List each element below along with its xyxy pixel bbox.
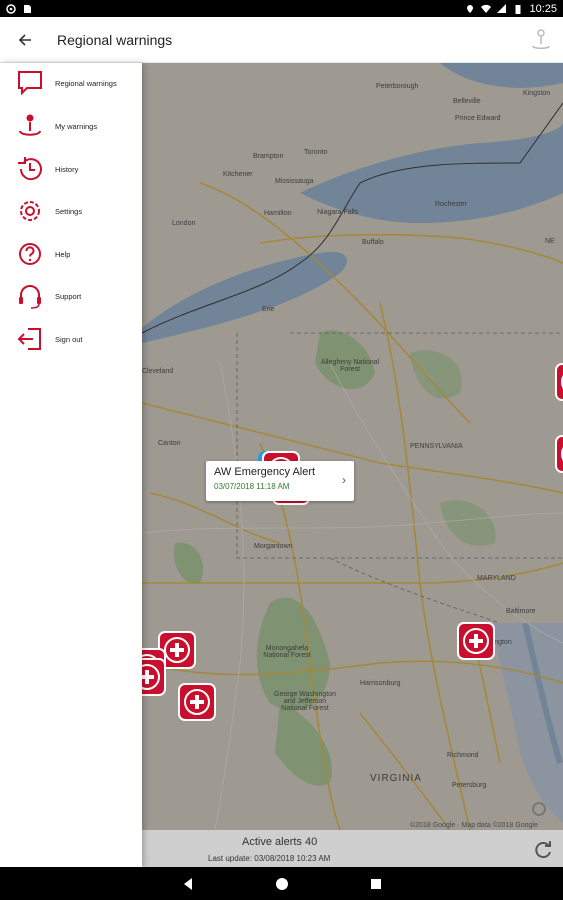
drawer-item-my-warnings[interactable]: My warnings bbox=[0, 106, 142, 146]
map-label-ny: NE bbox=[545, 238, 555, 245]
nav-recents-icon[interactable] bbox=[369, 877, 383, 891]
sd-card-icon bbox=[24, 4, 31, 13]
refresh-icon[interactable] bbox=[533, 839, 553, 859]
info-window-title: AW Emergency Alert bbox=[214, 466, 316, 478]
gear-icon bbox=[20, 201, 40, 221]
map-label-harrisonburg: Harrisonburg bbox=[360, 680, 401, 687]
map-label-london: London bbox=[172, 220, 196, 227]
sign-out-icon bbox=[17, 328, 41, 350]
drawer-item-label: History bbox=[55, 164, 79, 174]
map-label-kitchener: Kitchener bbox=[223, 171, 253, 178]
nav-back-icon[interactable] bbox=[181, 877, 195, 891]
speech-bubble-icon bbox=[18, 71, 42, 96]
drawer-item-regional-warnings[interactable]: Regional warnings bbox=[0, 63, 142, 103]
map-label-virginia: VIRGINIA bbox=[370, 773, 422, 784]
map-label-gw-forest: George Washington and Jefferson National… bbox=[274, 691, 336, 712]
drawer-item-label: My warnings bbox=[55, 121, 98, 131]
map-label-prince-edward: Prince Edward bbox=[455, 115, 501, 122]
navigation-drawer: Regional warnings My warnings History Se… bbox=[0, 63, 142, 867]
compass-icon[interactable] bbox=[532, 802, 546, 816]
map-label-canton: Canton bbox=[158, 440, 181, 447]
app-bar: Regional warnings bbox=[0, 17, 563, 63]
map-label-allegheny: Allegheny National Forest bbox=[320, 359, 380, 373]
alerts-status-strip: Active alerts 40 Last update: 03/08/2018… bbox=[142, 830, 563, 868]
alert-marker[interactable] bbox=[457, 622, 495, 660]
status-time: 10:25 bbox=[529, 2, 557, 15]
alert-info-window[interactable]: AW Emergency Alert 03/07/2018 11:18 AM › bbox=[206, 461, 354, 501]
back-arrow-icon bbox=[18, 33, 31, 46]
chevron-right-icon: › bbox=[342, 473, 346, 487]
map-label-petersburg: Petersburg bbox=[452, 782, 487, 789]
back-button[interactable] bbox=[0, 17, 50, 63]
location-person-icon bbox=[19, 114, 41, 136]
info-window-date: 03/07/2018 11:18 AM bbox=[214, 482, 290, 491]
history-clock-icon bbox=[18, 157, 42, 181]
battery-icon bbox=[515, 4, 521, 14]
page-title: Regional warnings bbox=[57, 31, 173, 48]
alert-marker[interactable] bbox=[178, 683, 216, 721]
map-attribution: ©2018 Google · Map data ©2018 Google bbox=[410, 822, 538, 829]
map-label-kingston: Kingston bbox=[523, 90, 551, 97]
location-icon bbox=[467, 4, 474, 13]
map-label-maryland: MARYLAND bbox=[477, 575, 516, 582]
map-label-mississauga: Mississauga bbox=[275, 178, 314, 185]
active-alerts-count: Active alerts 40 bbox=[242, 836, 318, 848]
drawer-item-label: Support bbox=[55, 291, 82, 301]
wifi-icon bbox=[481, 4, 492, 13]
signal-icon bbox=[497, 3, 507, 13]
map-label-richmond: Richmond bbox=[447, 752, 479, 759]
question-circle-icon bbox=[19, 243, 41, 265]
alert-marker-edge[interactable] bbox=[555, 435, 563, 473]
map-label-peterborough: Peterborough bbox=[376, 83, 419, 90]
system-navigation-bar bbox=[0, 867, 563, 900]
map-label-hamilton: Hamilton bbox=[264, 210, 292, 217]
headset-icon bbox=[19, 285, 41, 309]
my-location-person-icon[interactable] bbox=[529, 28, 553, 52]
map-label-brampton: Brampton bbox=[253, 153, 284, 160]
map-label-rochester: Rochester bbox=[435, 201, 467, 208]
last-update-text: Last update: 03/08/2018 10:23 AM bbox=[208, 854, 331, 863]
map-label-morgantown: Morgantown bbox=[254, 543, 293, 550]
map-label-buffalo: Buffalo bbox=[362, 239, 384, 246]
nav-home-icon[interactable] bbox=[275, 877, 289, 891]
map-label-cleveland: Cleveland bbox=[142, 368, 174, 375]
map-label-belleville: Belleville bbox=[453, 98, 481, 105]
drawer-item-support[interactable]: Support bbox=[0, 276, 142, 316]
drawer-item-label: Settings bbox=[55, 206, 83, 216]
drawer-item-history[interactable]: History bbox=[0, 149, 142, 189]
map-label-pennsylvania: PENNSYLVANIA bbox=[410, 443, 463, 450]
alert-marker-edge[interactable] bbox=[555, 363, 563, 401]
drawer-item-label: Sign out bbox=[55, 334, 83, 344]
drawer-item-sign-out[interactable]: Sign out bbox=[0, 319, 142, 359]
drawer-item-settings[interactable]: Settings bbox=[0, 191, 142, 231]
map-label-baltimore: Baltimore bbox=[506, 608, 536, 615]
settings-notification-icon bbox=[6, 3, 16, 14]
map-label-niagara: Niagara Falls bbox=[317, 209, 359, 216]
drawer-item-label: Regional warnings bbox=[55, 78, 117, 88]
map-label-monongahela: Monongahela National Forest bbox=[263, 645, 311, 659]
status-bar: 10:25 bbox=[0, 0, 563, 17]
drawer-item-help[interactable]: Help bbox=[0, 234, 142, 274]
drawer-item-label: Help bbox=[55, 249, 71, 259]
map-label-toronto: Toronto bbox=[304, 149, 328, 156]
map-label-erie: Erie bbox=[262, 306, 275, 313]
